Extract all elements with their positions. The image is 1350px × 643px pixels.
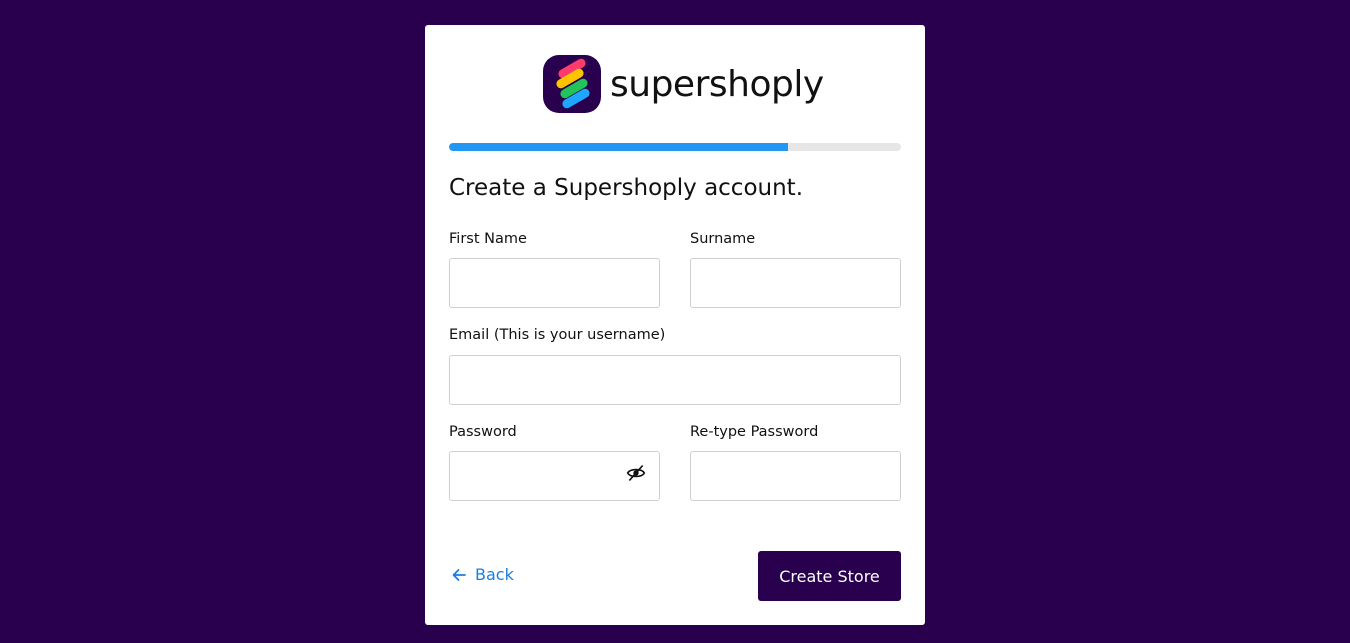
first-name-field[interactable] xyxy=(449,258,660,308)
first-name-label: First Name xyxy=(449,231,527,247)
eye-slash-icon[interactable] xyxy=(626,463,646,483)
page-title: Create a Supershoply account. xyxy=(449,175,804,201)
supershoply-logo-icon xyxy=(543,55,601,113)
retype-password-field[interactable] xyxy=(690,451,901,501)
signup-card: supershoply Create a Supershoply account… xyxy=(425,25,925,625)
arrow-left-icon xyxy=(452,568,466,581)
back-link[interactable]: Back xyxy=(451,565,514,584)
signup-progress-bar xyxy=(449,143,901,151)
password-label: Password xyxy=(449,424,517,440)
create-store-button[interactable]: Create Store xyxy=(758,551,901,601)
back-label: Back xyxy=(475,565,514,584)
surname-label: Surname xyxy=(690,231,756,247)
signup-progress-fill xyxy=(449,143,788,151)
brand-logo: supershoply xyxy=(543,55,824,113)
email-label: Email (This is your username) xyxy=(449,327,666,343)
email-field[interactable] xyxy=(449,355,901,405)
brand-name: supershoply xyxy=(610,63,824,105)
retype-password-label: Re-type Password xyxy=(690,424,819,440)
surname-field[interactable] xyxy=(690,258,901,308)
